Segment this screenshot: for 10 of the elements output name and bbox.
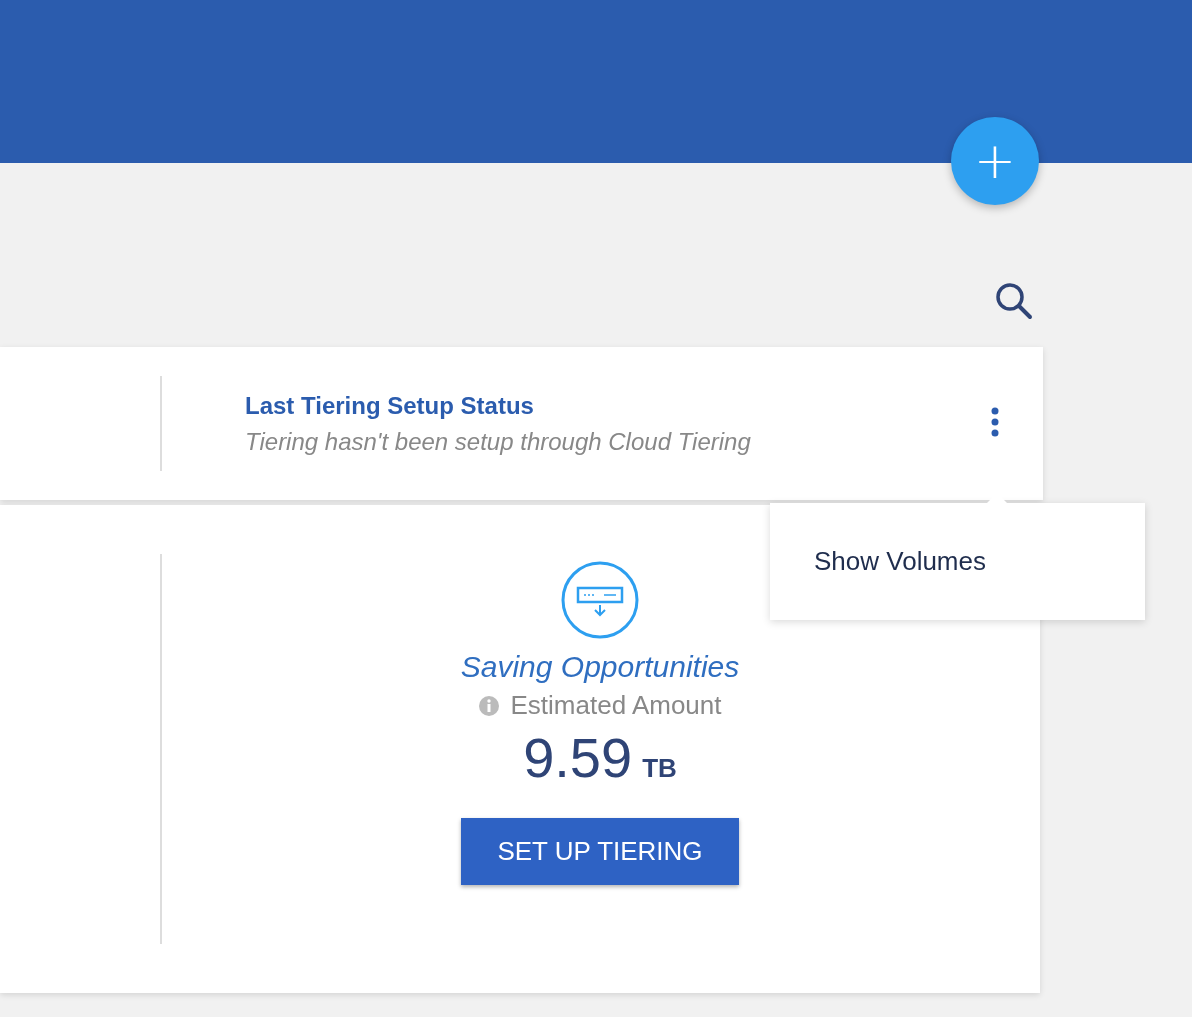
- estimated-amount-label: Estimated Amount: [510, 690, 722, 721]
- set-up-tiering-button[interactable]: SET UP TIERING: [461, 818, 739, 885]
- tiering-icon: [560, 560, 640, 640]
- amount-unit: TB: [642, 753, 677, 784]
- menu-item[interactable]: Show Volumes: [814, 546, 986, 577]
- status-text: Tiering hasn't been setup through Cloud Tiering: [245, 427, 752, 456]
- savings-title: Saving Opportunities: [460, 650, 740, 684]
- status-title: Last Tiering Setup Status: [245, 391, 535, 420]
- amount-value: 9.59: [523, 725, 633, 790]
- search-icon[interactable]: [994, 281, 1034, 321]
